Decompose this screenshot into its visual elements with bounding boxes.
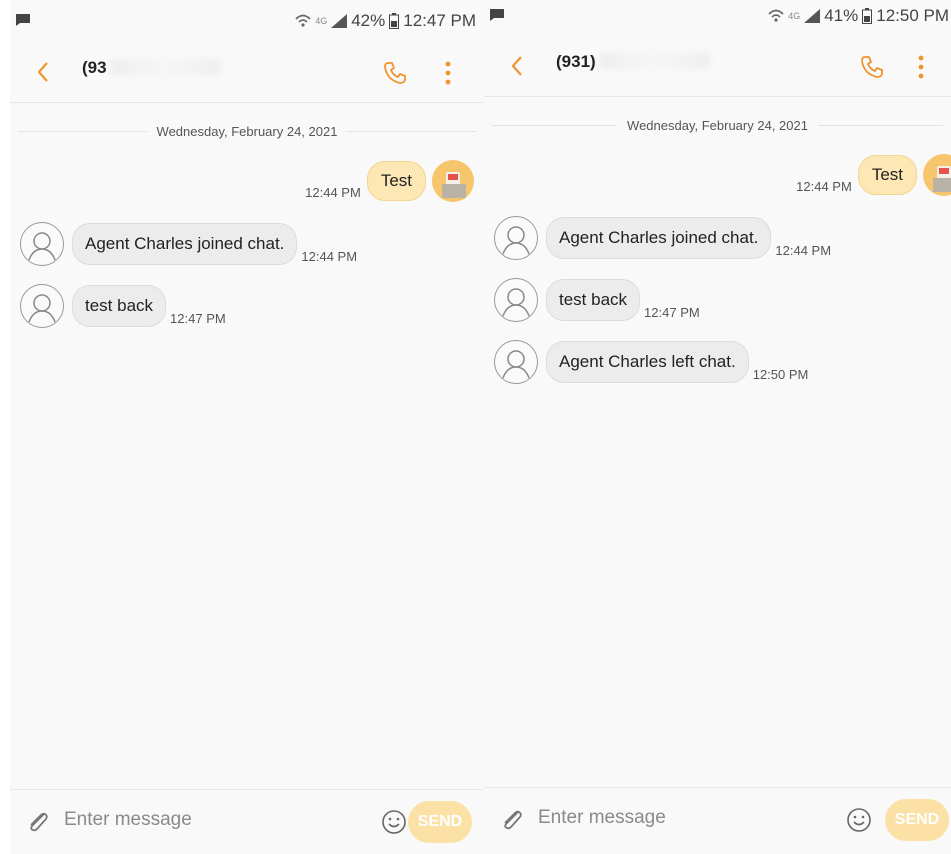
status-bar: 4G 42% 12:47 PM bbox=[10, 0, 484, 40]
back-arrow-icon[interactable] bbox=[30, 58, 58, 86]
battery-icon bbox=[389, 13, 400, 29]
message-composer: SEND bbox=[10, 789, 484, 854]
paperclip-icon[interactable] bbox=[498, 806, 526, 834]
message-row-incoming: Agent Charles joined chat. 12:44 PM bbox=[494, 216, 831, 260]
message-time: 12:44 PM bbox=[775, 243, 832, 258]
conversation-header: (931) bbox=[484, 36, 951, 97]
date-divider-text: Wednesday, February 24, 2021 bbox=[156, 124, 338, 139]
message-bubble-outgoing[interactable]: Test bbox=[857, 155, 917, 195]
contact-number-visible: (931) bbox=[556, 52, 596, 71]
contact-number-visible: (93 bbox=[82, 58, 107, 77]
date-divider-text: Wednesday, February 24, 2021 bbox=[627, 118, 808, 133]
contact-avatar[interactable] bbox=[20, 222, 64, 266]
status-time: 12:50 PM bbox=[876, 6, 949, 25]
send-button[interactable]: SEND bbox=[885, 799, 949, 841]
message-bubble-incoming[interactable]: Agent Charles joined chat. bbox=[72, 223, 298, 265]
message-notification-icon bbox=[490, 9, 504, 21]
status-time: 12:47 PM bbox=[403, 11, 476, 30]
message-row-incoming: Agent Charles joined chat. 12:44 PM bbox=[20, 222, 357, 266]
wifi-icon bbox=[768, 9, 784, 22]
status-bar: 4G 41% 12:50 PM bbox=[484, 0, 951, 36]
phone-call-icon[interactable] bbox=[859, 54, 885, 80]
more-options-icon[interactable] bbox=[442, 60, 454, 86]
message-row-incoming: test back 12:47 PM bbox=[494, 278, 700, 322]
emoji-icon[interactable] bbox=[380, 808, 408, 836]
message-time: 12:47 PM bbox=[170, 311, 226, 326]
contact-avatar[interactable] bbox=[20, 284, 64, 328]
paperclip-icon[interactable] bbox=[24, 808, 52, 836]
lte-icon: 4G bbox=[315, 16, 328, 26]
contact-number-redacted bbox=[110, 59, 221, 75]
message-bubble-incoming[interactable]: test back bbox=[72, 285, 167, 327]
contact-avatar[interactable] bbox=[494, 340, 538, 384]
more-options-icon[interactable] bbox=[915, 54, 927, 80]
lte-icon: 4G bbox=[788, 11, 801, 21]
contact-name[interactable]: (931) bbox=[556, 52, 710, 72]
message-notification-icon bbox=[16, 14, 30, 26]
phone-call-icon[interactable] bbox=[382, 60, 408, 86]
signal-icon bbox=[331, 14, 348, 28]
contact-name[interactable]: (93 bbox=[82, 58, 221, 78]
phone-screen-left: 4G 42% 12:47 PM (93 Wednesday, February … bbox=[10, 0, 484, 854]
message-time: 12:44 PM bbox=[305, 185, 361, 200]
wifi-icon bbox=[295, 14, 311, 27]
contact-avatar[interactable] bbox=[494, 216, 538, 260]
message-composer: SEND bbox=[484, 787, 951, 852]
date-divider: Wednesday, February 24, 2021 bbox=[18, 124, 477, 139]
message-input[interactable] bbox=[62, 808, 286, 832]
message-time: 12:47 PM bbox=[644, 305, 700, 320]
contact-avatar[interactable] bbox=[494, 278, 538, 322]
back-arrow-icon[interactable] bbox=[504, 52, 532, 80]
send-button[interactable]: SEND bbox=[408, 801, 472, 843]
message-row-incoming: Agent Charles left chat. 12:50 PM bbox=[494, 340, 808, 384]
message-row-outgoing: 12:44 PM Test bbox=[796, 154, 951, 196]
date-divider: Wednesday, February 24, 2021 bbox=[492, 118, 944, 133]
message-time: 12:44 PM bbox=[796, 179, 852, 194]
battery-percent: 41% bbox=[824, 6, 859, 25]
message-input[interactable] bbox=[536, 806, 760, 830]
emoji-icon[interactable] bbox=[845, 806, 873, 834]
signal-icon bbox=[804, 9, 821, 23]
message-time: 12:50 PM bbox=[752, 367, 809, 382]
battery-percent: 42% bbox=[351, 11, 386, 30]
message-bubble-incoming[interactable]: test back bbox=[546, 279, 641, 321]
battery-icon bbox=[862, 8, 873, 24]
conversation-header: (93 bbox=[10, 42, 484, 103]
phone-screen-right: 4G 41% 12:50 PM (931) Wednesday, Februar… bbox=[484, 0, 951, 854]
contact-number-redacted bbox=[599, 53, 710, 69]
message-bubble-outgoing[interactable]: Test bbox=[366, 161, 426, 201]
message-row-outgoing: 12:44 PM Test bbox=[305, 160, 474, 202]
message-row-incoming: test back 12:47 PM bbox=[20, 284, 226, 328]
my-avatar[interactable] bbox=[432, 160, 474, 202]
message-bubble-incoming[interactable]: Agent Charles joined chat. bbox=[546, 217, 772, 259]
my-avatar[interactable] bbox=[923, 154, 951, 196]
message-bubble-incoming[interactable]: Agent Charles left chat. bbox=[546, 341, 749, 383]
message-time: 12:44 PM bbox=[301, 249, 358, 264]
